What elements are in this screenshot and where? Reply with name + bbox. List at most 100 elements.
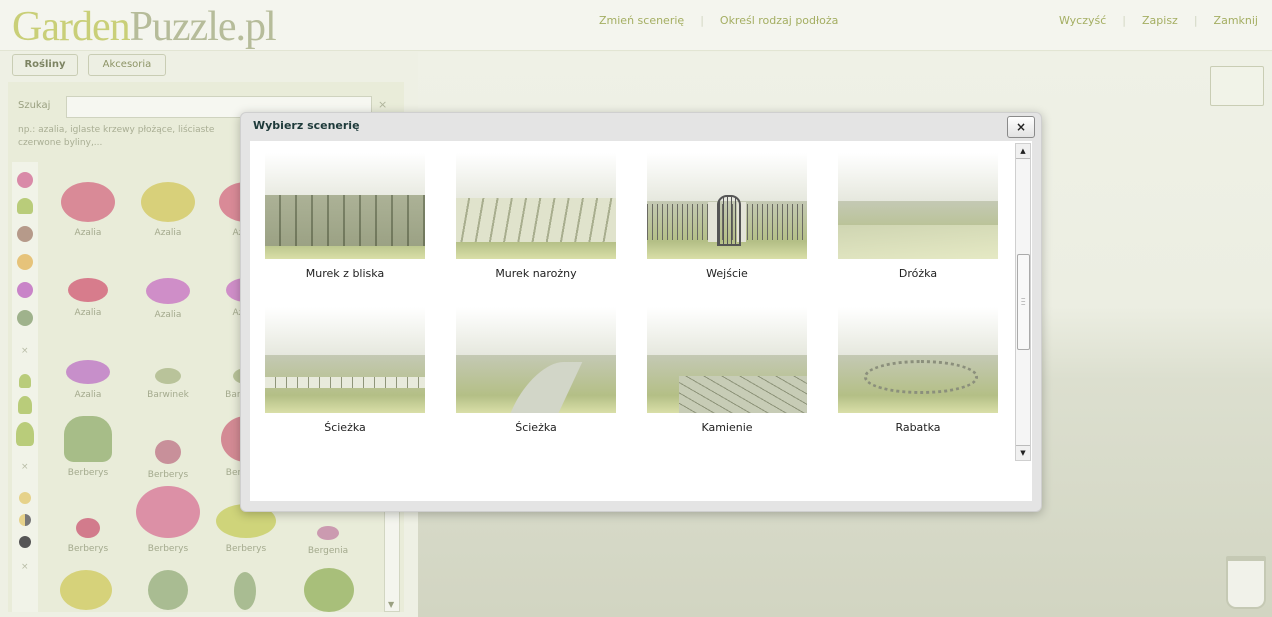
plant-image [317, 526, 339, 540]
shrub-category-icon[interactable] [17, 254, 33, 270]
plant-item[interactable]: Bergenia [290, 526, 366, 556]
plant-label: Berberys [67, 468, 109, 478]
scene-caption: Ścieżka [515, 421, 557, 434]
small-size-icon[interactable] [19, 374, 31, 388]
plant-item[interactable]: Azalia [130, 182, 206, 238]
scene-image [456, 307, 616, 413]
scroll-down-icon[interactable]: ▼ [388, 600, 394, 609]
plant-image[interactable] [148, 570, 188, 610]
logo-part2: Puzzle.pl [129, 4, 277, 50]
scene-card[interactable]: Ścieżka [456, 307, 616, 434]
scene-image [265, 153, 425, 259]
plant-item[interactable]: Azalia [50, 182, 126, 238]
scene-card[interactable]: Ścieżka [265, 307, 425, 434]
scene-image [456, 153, 616, 259]
scene-caption: Ścieżka [324, 421, 366, 434]
tree-category-icon[interactable] [17, 226, 33, 242]
plant-label: Azalia [154, 228, 182, 238]
scene-image [838, 307, 998, 413]
plant-item[interactable]: Azalia [50, 360, 126, 400]
scroll-up-icon[interactable]: ▲ [1016, 144, 1030, 159]
scene-caption: Dróżka [898, 267, 938, 280]
search-hint: np.: azalia, iglaste krzewy płożące, liś… [18, 125, 215, 148]
tab-accessories[interactable]: Akcesoria [88, 54, 166, 76]
scroll-down-icon[interactable]: ▼ [1016, 445, 1030, 460]
scene-caption: Murek narożny [495, 267, 577, 280]
save-link[interactable]: Zapisz [1142, 14, 1178, 27]
medium-size-icon[interactable] [18, 396, 32, 414]
scene-image [265, 307, 425, 413]
tab-plants[interactable]: Rośliny [12, 54, 78, 76]
plant-image [146, 278, 190, 304]
scene-card[interactable]: Wejście [647, 153, 807, 280]
scene-thumbnail-button[interactable] [1210, 66, 1264, 106]
plant-item[interactable]: Berberys [130, 436, 206, 480]
shade-icon[interactable] [19, 536, 31, 548]
plant-image [136, 486, 200, 538]
plant-image [68, 278, 108, 302]
large-size-icon[interactable] [16, 422, 34, 446]
scene-image [647, 307, 807, 413]
close-link[interactable]: Zamknij [1214, 14, 1258, 27]
scene-card[interactable]: Rabatka [838, 307, 998, 434]
scroll-thumb[interactable]: ‒ ‒ ‒ [1017, 254, 1030, 350]
dialog-body: Murek z bliska Murek narożny Wejście Dró… [250, 141, 1032, 501]
plant-item[interactable]: Berberys [50, 518, 126, 554]
plant-image [61, 182, 115, 222]
clear-light-icon[interactable]: × [21, 562, 29, 572]
scene-image [838, 153, 998, 259]
plant-item[interactable]: Berberys [50, 416, 126, 478]
plant-list-scrollbar[interactable]: ▼ [384, 502, 400, 612]
dialog-scrollbar[interactable]: ▲ ‒ ‒ ‒ ▼ [1015, 143, 1031, 461]
choose-scenery-dialog: Wybierz scenerię × Murek z bliska Murek … [240, 112, 1042, 512]
search-clear-icon[interactable]: × [378, 98, 387, 111]
plant-image [155, 440, 181, 464]
logo: GardenPuzzle.pl [12, 4, 277, 50]
plant-image [66, 360, 110, 384]
plant-item[interactable]: Azalia [130, 278, 206, 320]
plant-label: Azalia [74, 390, 102, 400]
scene-card[interactable]: Murek z bliska [265, 153, 425, 280]
app-header: GardenPuzzle.pl Zmień scenerię | Określ ro… [0, 0, 1272, 51]
perennial-category-icon[interactable] [17, 282, 33, 298]
plant-image[interactable] [60, 570, 112, 610]
scene-card[interactable]: Murek narożny [456, 153, 616, 280]
scene-caption: Murek z bliska [305, 267, 385, 280]
plant-label: Berberys [147, 544, 189, 554]
plant-label: Berberys [67, 544, 109, 554]
clear-size-icon[interactable]: × [21, 462, 29, 472]
plant-label: Azalia [74, 308, 102, 318]
dialog-close-button[interactable]: × [1007, 116, 1035, 138]
leaf-category-icon[interactable] [17, 310, 33, 326]
clear-link[interactable]: Wyczyść [1059, 14, 1106, 27]
flower-category-icon[interactable] [17, 172, 33, 188]
scene-nav: Zmień scenerię | Określ rodzaj podłoża [599, 14, 839, 27]
plant-image[interactable] [234, 572, 256, 610]
plant-label: Bergenia [307, 546, 349, 556]
ground-type-link[interactable]: Określ rodzaj podłoża [720, 14, 839, 27]
scene-caption: Rabatka [895, 421, 941, 434]
sun-icon[interactable] [19, 492, 31, 504]
logo-part1: Garden [12, 4, 131, 50]
scene-card[interactable]: Kamienie [647, 307, 807, 434]
scene-caption: Wejście [706, 267, 748, 280]
plant-item[interactable]: Azalia [50, 278, 126, 318]
scene-card[interactable]: Dróżka [838, 153, 998, 280]
scene-caption: Kamienie [701, 421, 753, 434]
plant-label: Berberys [225, 544, 267, 554]
conifer-category-icon[interactable] [17, 198, 33, 214]
action-nav: Wyczyść | Zapisz | Zamknij [1058, 14, 1258, 27]
plant-image [155, 368, 181, 384]
plant-item[interactable]: Berberys [130, 486, 206, 554]
half-shade-icon[interactable] [19, 514, 31, 526]
dialog-title: Wybierz scenerię [253, 119, 360, 132]
search-label: Szukaj [18, 100, 51, 111]
trash-icon[interactable] [1226, 556, 1266, 609]
plant-image[interactable] [304, 568, 354, 612]
plant-item[interactable]: Barwinek [130, 360, 206, 400]
clear-category-icon[interactable]: × [21, 346, 29, 356]
plant-label: Berberys [147, 470, 189, 480]
plant-label: Azalia [74, 228, 102, 238]
change-scenery-link[interactable]: Zmień scenerię [599, 14, 684, 27]
scene-image [647, 153, 807, 259]
